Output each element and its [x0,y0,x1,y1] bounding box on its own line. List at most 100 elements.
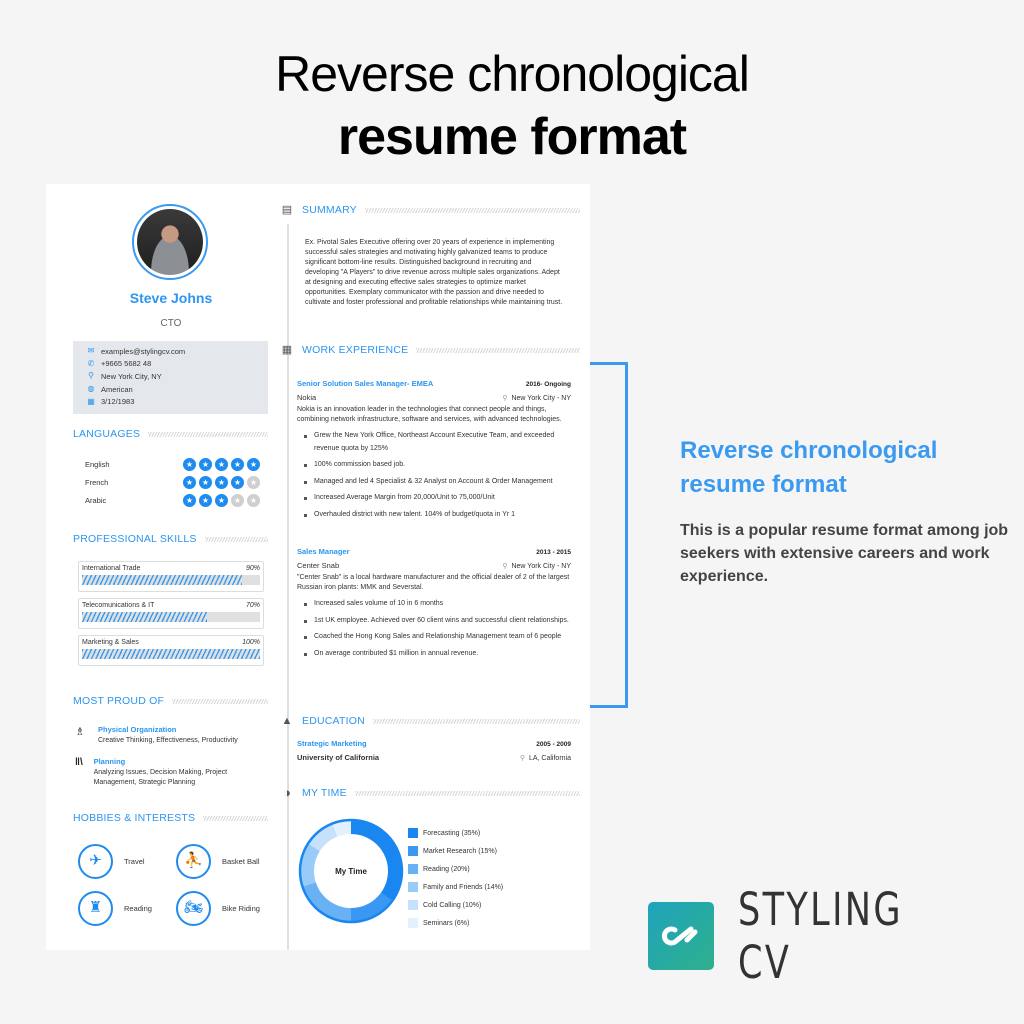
job-description: Nokia is an innovation leader in the tec… [297,406,562,423]
heading-text: HOBBIES & INTERESTS [73,812,196,824]
donut-slice-forecasting [351,820,402,901]
legend-item: Market Research (15%) [408,842,503,860]
heading-text: LANGUAGES [73,428,141,440]
skill-track [82,575,260,585]
skill-track [82,612,260,622]
brand-suffix: CV [737,936,791,989]
hobbies-heading: HOBBIES & INTERESTS [73,812,268,824]
legend-swatch [408,828,418,838]
pin-icon: ⚲ [519,755,525,762]
star-filled-icon: ★ [247,458,260,471]
legend-item: Cold Calling (10%) [408,896,503,914]
skill-track [82,649,260,659]
skill-percent: 100% [242,639,260,646]
avatar [132,204,208,280]
trophy-icon: ♗ [75,726,85,738]
skill-percent: 90% [245,565,260,572]
education-title: Strategic Marketing [297,739,367,748]
location-text: New York City - NY [511,395,571,402]
language-row: Arabic ★ ★ ★ ★ ★ [85,494,260,507]
contact-text: 3/12/1983 [101,397,135,407]
language-name: Arabic [85,496,107,505]
job-bullet: 1st UK employee. Achieved over 60 client… [303,615,571,628]
star-filled-icon: ★ [199,476,212,489]
heading-divider [372,718,580,724]
legend-swatch [408,846,418,856]
heading-divider [204,536,268,542]
hobby-label: Bike Riding [222,904,260,913]
legend-label: Reading (20%) [423,865,470,873]
calendar-icon: ▦ [87,396,95,406]
hobby-item: ♜ Reading [78,891,152,926]
proud-title: Planning [93,757,126,766]
heading-divider [172,698,268,704]
plane-icon: ✈ [78,844,113,879]
graduation-cap-icon: ▲ [281,715,293,727]
pie-chart-icon: ◑ [282,785,292,800]
phone-icon: ✆ [87,358,95,368]
legend-swatch [408,900,418,910]
job-bullet: 100% commission based job. [303,459,571,472]
document-icon: ▤ [281,204,293,216]
heading-divider [148,431,268,437]
job-bullet: Grew the New York Office, Northeast Acco… [303,430,571,455]
styling-cv-logo: STYLING CV [648,883,1024,989]
job-bullet: Increased Average Margin from 20,000/Uni… [303,492,571,505]
language-row: English ★ ★ ★ ★ ★ [85,458,260,471]
timeline-line [287,224,289,950]
contact-email: ✉ examples@stylingcv.com [87,345,268,358]
skills-heading: PROFESSIONAL SKILLS [73,533,268,545]
contact-text: American [101,384,133,394]
job-location: ⚲ New York City - NY [502,394,571,402]
legend-item: Forecasting (35%) [408,824,503,842]
legend-swatch [408,864,418,874]
donut-slice-family-and-friends [300,843,320,887]
legend-item: Seminars (6%) [408,914,503,932]
pin-icon: ⚲ [502,395,508,402]
heading-divider [354,790,580,796]
star-empty-icon: ★ [247,476,260,489]
profile-photo [137,209,203,275]
my-time-chart: My Time [298,818,404,924]
education-dates: 2005 - 2009 [536,741,571,748]
job-bullets: Increased sales volume of 10 in 6 months… [297,598,571,660]
star-filled-icon: ★ [215,494,228,507]
hobby-item: ✈ Travel [78,844,145,879]
location-text: LA, California [528,755,571,762]
contact-location: ⚲ New York City, NY [87,370,268,383]
contact-nationality: ◍ American [87,383,268,396]
legend-swatch [408,882,418,892]
resume-document: Steve Johns CTO ✉ examples@stylingcv.com … [46,184,590,950]
star-filled-icon: ★ [215,476,228,489]
logo-wordmark: STYLING CV [738,883,961,989]
legend-label: Forecasting (35%) [423,829,481,837]
bike-icon: 🏍 [176,891,211,926]
legend-label: Market Research (15%) [423,847,497,855]
building-icon: ▦ [281,344,293,356]
job-title: Senior Solution Sales Manager- EMEA [297,379,434,388]
language-name: English [85,460,110,469]
skill-fill [82,649,260,659]
job-dates: 2016- Ongoing [525,381,571,388]
brand-name: STYLING [737,883,903,936]
legend-label: Cold Calling (10%) [423,901,482,909]
logo-mark-icon [648,902,714,970]
callout-body: This is a popular resume format among jo… [680,522,1009,585]
location-icon: ⚲ [88,371,94,381]
star-filled-icon: ★ [183,458,196,471]
proud-heading: MOST PROUD OF [73,695,268,707]
job-entry: Sales Manager 2013 - 2015 Center Snab ⚲ New… [297,547,571,664]
proud-desc: Creative Thinking, Effectiveness, Produc… [98,737,238,744]
star-empty-icon: ★ [231,494,244,507]
job-company: Center Snab [297,561,340,570]
candidate-name: Steve Johns [129,290,213,306]
skill-bar: International Trade 90% [78,561,264,592]
heading-text: MOST PROUD OF [73,695,165,707]
star-filled-icon: ★ [183,476,196,489]
proud-item: ‖\ Planning Analyzing Issues, Decision Mak… [75,757,265,788]
books-icon: ‖\ [75,757,83,768]
star-filled-icon: ★ [231,458,244,471]
star-empty-icon: ★ [247,494,260,507]
job-entry: Senior Solution Sales Manager- EMEA 2016-… [297,379,571,525]
donut-svg: My Time [298,818,404,924]
